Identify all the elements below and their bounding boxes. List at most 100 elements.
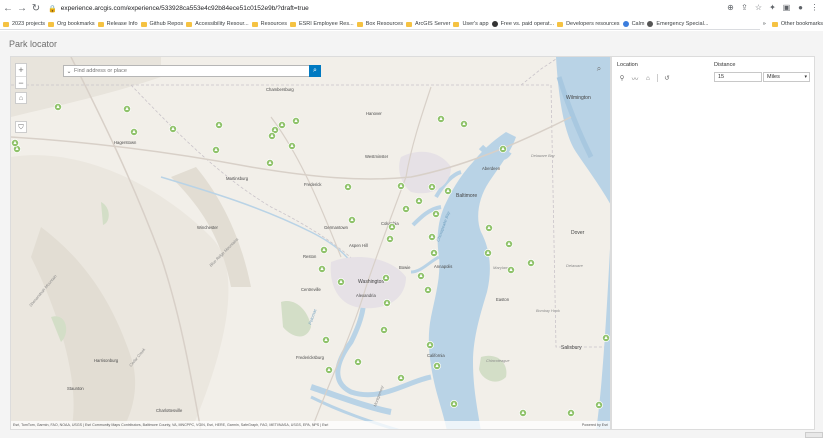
park-marker-icon[interactable] [444,187,452,195]
polygon-tool-icon[interactable]: ⌂ [644,75,652,82]
park-marker-icon[interactable] [386,235,394,243]
filter-button[interactable]: ⛉ [15,121,27,133]
park-marker-icon[interactable] [450,400,458,408]
bookmark-item[interactable]: Org bookmarks [48,21,95,27]
park-marker-icon[interactable] [130,128,138,136]
park-marker-icon[interactable] [499,145,507,153]
map-search-icon[interactable]: ⌕ [593,63,605,75]
park-marker-icon[interactable] [397,374,405,382]
bookmark-item[interactable]: Release Info [97,21,138,27]
bookmark-item[interactable]: Github Repos [140,21,184,27]
park-marker-icon[interactable] [268,132,276,140]
park-marker-icon[interactable] [519,409,527,417]
park-marker-icon[interactable] [507,266,515,274]
bookmark-item[interactable]: ESRI Employee Res... [289,21,354,27]
park-marker-icon[interactable] [602,334,610,342]
park-marker-icon[interactable] [348,216,356,224]
profile-icon[interactable]: ● [796,3,805,13]
park-marker-icon[interactable] [402,205,410,213]
bookmark-item[interactable]: User's app [453,21,489,27]
chevron-down-icon[interactable]: ⌄ [64,68,74,75]
park-marker-icon[interactable] [426,341,434,349]
map-label-delaware: Delaware [566,263,584,268]
zoom-in-button[interactable]: + [16,64,26,76]
park-marker-icon[interactable] [212,146,220,154]
park-marker-icon[interactable] [344,183,352,191]
park-marker-icon[interactable] [417,272,425,280]
unit-select[interactable]: Miles ▾ [763,72,810,82]
park-marker-icon[interactable] [266,159,274,167]
polyline-tool-icon[interactable]: 〰 [631,73,639,83]
park-marker-icon[interactable] [278,121,286,129]
park-marker-icon[interactable] [505,240,513,248]
park-marker-icon[interactable] [337,278,345,286]
park-marker-icon[interactable] [485,224,493,232]
park-marker-icon[interactable] [325,366,333,374]
bookmark-label: Github Repos [149,21,184,27]
park-marker-icon[interactable] [595,401,603,409]
park-marker-icon[interactable] [11,139,19,147]
park-marker-icon[interactable] [432,210,440,218]
park-marker-icon[interactable] [318,265,326,273]
bookmark-item[interactable]: Developers resources [557,21,620,27]
forward-icon[interactable]: → [16,3,28,15]
bookmark-item[interactable]: Emergency Special... [647,21,708,27]
park-marker-icon[interactable] [388,223,396,231]
park-marker-icon[interactable] [292,117,300,125]
park-marker-icon[interactable] [382,274,390,282]
share-icon[interactable]: ⇪ [740,3,749,13]
search-input[interactable] [74,66,309,76]
park-marker-icon[interactable] [397,182,405,190]
menu-icon[interactable]: ⋮ [810,3,819,13]
park-marker-icon[interactable] [215,121,223,129]
sidepanel-icon[interactable]: ▣ [782,3,791,13]
other-bookmarks[interactable]: » Other bookmarks [759,18,823,30]
extensions-icon[interactable]: ✦ [768,3,777,13]
bookmark-item[interactable]: Box Resources [356,21,403,27]
park-marker-icon[interactable] [430,249,438,257]
park-marker-icon[interactable] [428,233,436,241]
powered-by-esri[interactable]: Powered by Esri [582,421,608,429]
bookmark-item[interactable]: Calm [622,21,644,27]
park-marker-icon[interactable] [437,115,445,123]
corner-button[interactable] [805,432,823,438]
park-marker-icon[interactable] [567,409,575,417]
bookmark-label: Free vs. paid operat... [500,21,555,27]
map-label-aberdeen: Aberdeen [482,166,501,171]
park-marker-icon[interactable] [320,246,328,254]
park-marker-icon[interactable] [354,358,362,366]
park-marker-icon[interactable] [322,336,330,344]
bookmark-item[interactable]: Accessibility Resour... [186,21,249,27]
park-marker-icon[interactable] [169,125,177,133]
zoom-out-button[interactable]: − [16,76,26,88]
bookmark-item[interactable]: Resources [251,21,287,27]
address-bar[interactable]: experience.arcgis.com/experience/533928c… [61,5,309,12]
reload-icon[interactable]: ↻ [30,3,42,15]
point-tool-icon[interactable]: ⚲ [618,74,626,82]
park-marker-icon[interactable] [288,142,296,150]
park-marker-icon[interactable] [484,249,492,257]
lock-icon[interactable]: 🔒 [48,5,57,13]
reset-icon[interactable]: ↺ [663,74,671,82]
zoom-icon[interactable]: ⊕ [726,3,735,13]
park-marker-icon[interactable] [380,326,388,334]
park-marker-icon[interactable] [460,120,468,128]
park-marker-icon[interactable] [415,197,423,205]
home-button[interactable]: ⌂ [15,92,27,104]
search-button[interactable]: ⌕ [309,65,321,77]
park-marker-icon[interactable] [424,286,432,294]
distance-input[interactable]: 15 [714,72,762,82]
park-marker-icon[interactable] [428,183,436,191]
map-view[interactable]: Chambersburg Hanover Wilmington Hagersto… [10,56,611,430]
bookmarks-overflow-icon[interactable]: » [763,21,766,27]
park-marker-icon[interactable] [527,259,535,267]
star-icon[interactable]: ☆ [754,3,763,13]
bookmark-item[interactable]: ArcGIS Server [405,21,450,27]
bookmark-item[interactable]: Free vs. paid operat... [491,21,555,27]
bookmark-item[interactable]: 2023 projects [3,21,45,27]
park-marker-icon[interactable] [383,299,391,307]
park-marker-icon[interactable] [123,105,131,113]
park-marker-icon[interactable] [433,362,441,370]
back-icon[interactable]: ← [2,3,14,15]
park-marker-icon[interactable] [54,103,62,111]
